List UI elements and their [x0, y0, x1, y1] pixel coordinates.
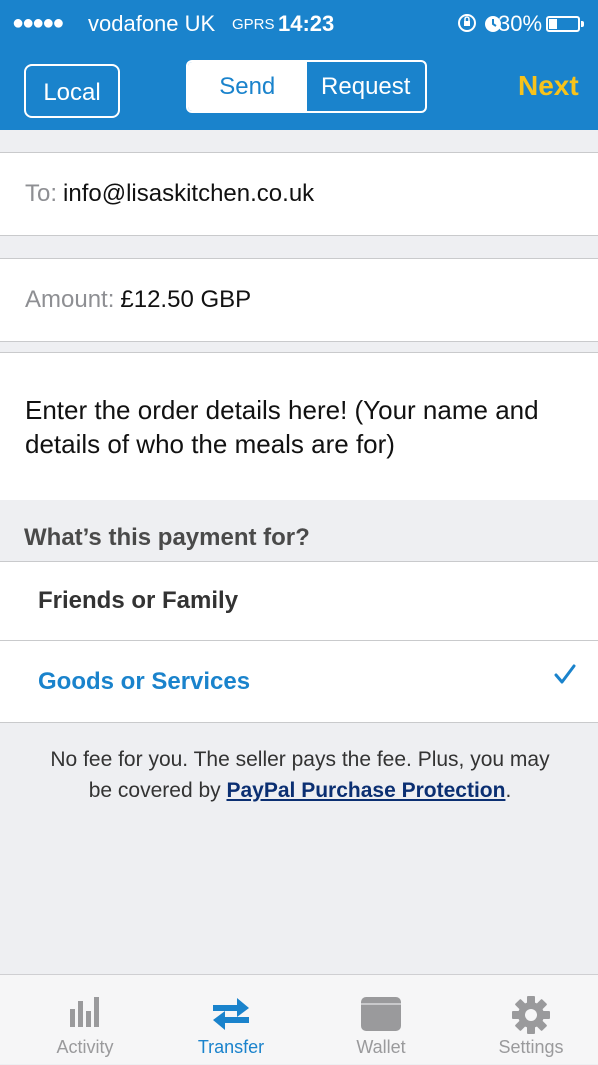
transfer-arrows-icon — [213, 998, 249, 1030]
gear-icon — [512, 996, 550, 1034]
tab-transfer-label: Transfer — [197, 1037, 265, 1057]
fee-info-text: No fee for you. The seller pays the fee.… — [40, 744, 560, 806]
amount-label: Amount: — [25, 286, 115, 313]
wallet-icon — [361, 997, 401, 1031]
carrier-name: vodafone UK — [88, 11, 216, 36]
local-button[interactable]: Local — [24, 64, 120, 118]
fee-info-end: . — [505, 779, 512, 802]
to-label: To: — [25, 180, 58, 207]
top-bar: ●●●●● vodafone UK GPRS 14:23 30% Local S… — [0, 0, 598, 130]
next-button[interactable]: Next — [518, 70, 579, 102]
purchase-protection-link[interactable]: PayPal Purchase Protection — [226, 779, 505, 802]
order-note-field[interactable]: Enter the order details here! (Your name… — [0, 352, 598, 500]
signal-strength-icon: ●●●●● — [12, 12, 64, 34]
tab-activity-label: Activity — [56, 1037, 114, 1057]
battery-nub — [581, 21, 584, 27]
status-time: 14:23 — [278, 11, 335, 36]
request-tab[interactable]: Request — [307, 62, 426, 111]
rotation-lock-icon — [458, 14, 476, 32]
amount-row[interactable]: Amount: £12.50 GBP — [0, 258, 598, 342]
to-value[interactable]: info@lisaskitchen.co.uk — [63, 180, 314, 208]
goods-services-option[interactable]: Goods or Services — [0, 641, 598, 723]
network-type: GPRS — [232, 16, 275, 33]
tab-wallet[interactable]: Wallet — [306, 975, 456, 1065]
battery-icon — [546, 16, 580, 32]
tab-bar: Activity Transfer Wallet Settings — [0, 974, 598, 1064]
tab-settings-label: Settings — [498, 1037, 564, 1057]
friends-family-option[interactable]: Friends or Family — [0, 561, 598, 641]
battery-percent: 30% — [498, 11, 543, 36]
amount-value[interactable]: £12.50 GBP — [120, 286, 251, 314]
send-tab[interactable]: Send — [188, 62, 307, 111]
goods-services-label: Goods or Services — [38, 667, 251, 695]
activity-bars-icon — [70, 997, 99, 1027]
tab-activity[interactable]: Activity — [10, 975, 160, 1065]
checkmark-icon — [554, 664, 576, 684]
friends-family-label: Friends or Family — [38, 587, 239, 614]
to-row[interactable]: To: info@lisaskitchen.co.uk — [0, 152, 598, 236]
tab-settings[interactable]: Settings — [456, 975, 598, 1065]
tab-wallet-label: Wallet — [356, 1037, 406, 1057]
send-request-toggle: Send Request — [186, 60, 427, 113]
status-bar: ●●●●● vodafone UK GPRS 14:23 30% — [0, 0, 598, 48]
payment-for-heading: What’s this payment for? — [24, 524, 310, 551]
tab-transfer[interactable]: Transfer — [156, 975, 306, 1065]
